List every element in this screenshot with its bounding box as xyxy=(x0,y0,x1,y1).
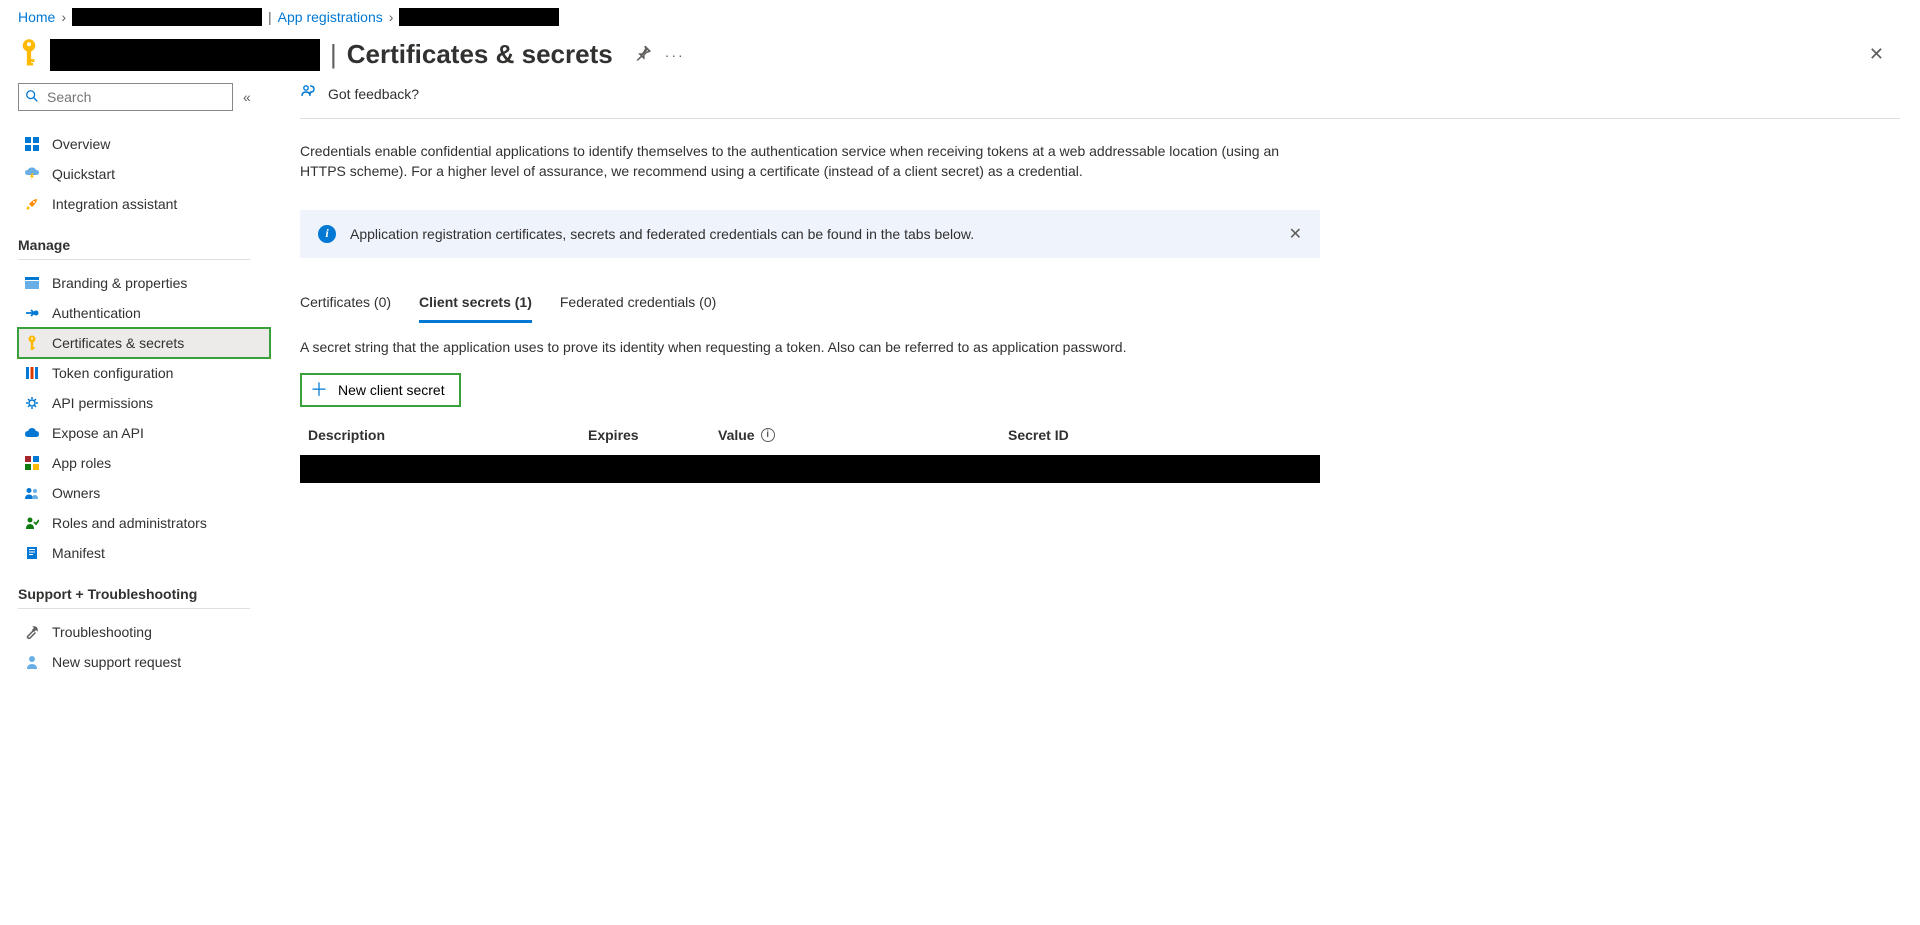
sidebar-item-label: Branding & properties xyxy=(52,275,187,291)
secrets-table: Description Expires Value i Secret ID xyxy=(300,423,1320,483)
col-description: Description xyxy=(308,427,588,443)
main-content: Got feedback? Credentials enable confide… xyxy=(270,71,1920,697)
divider xyxy=(18,259,250,260)
info-icon[interactable]: i xyxy=(761,428,775,442)
sidebar-item-label: Token configuration xyxy=(52,365,173,381)
roles-icon xyxy=(24,455,40,471)
wrench-icon xyxy=(24,624,40,640)
sidebar-item-expose-api[interactable]: Expose an API xyxy=(18,418,270,448)
plus-icon: ＋ xyxy=(310,381,328,399)
sidebar-item-app-roles[interactable]: App roles xyxy=(18,448,270,478)
chevron-right-icon: › xyxy=(61,9,66,25)
sidebar-item-label: Manifest xyxy=(52,545,105,561)
sidebar-item-label: Roles and administrators xyxy=(52,515,207,531)
sidebar-item-certificates-secrets[interactable]: Certificates & secrets xyxy=(18,328,270,358)
search-input[interactable] xyxy=(18,83,233,111)
key-icon xyxy=(18,38,40,71)
sidebar-item-overview[interactable]: Overview xyxy=(18,129,270,159)
sidebar-item-integration[interactable]: Integration assistant xyxy=(18,189,270,219)
auth-icon xyxy=(24,305,40,321)
sidebar-item-token-config[interactable]: Token configuration xyxy=(18,358,270,388)
table-row-redacted xyxy=(300,455,1320,483)
info-icon: i xyxy=(318,225,336,243)
sidebar-item-authentication[interactable]: Authentication xyxy=(18,298,270,328)
sidebar-item-troubleshooting[interactable]: Troubleshooting xyxy=(18,617,270,647)
key-icon xyxy=(24,335,40,351)
cloud-bolt-icon xyxy=(24,166,40,182)
token-icon xyxy=(24,365,40,381)
collapse-sidebar-icon[interactable]: « xyxy=(243,89,251,105)
sidebar-item-quickstart[interactable]: Quickstart xyxy=(18,159,270,189)
permissions-icon xyxy=(24,395,40,411)
sidebar-item-branding[interactable]: Branding & properties xyxy=(18,268,270,298)
tabs: Certificates (0) Client secrets (1) Fede… xyxy=(300,288,1900,323)
cloud-icon xyxy=(24,425,40,441)
tab-federated[interactable]: Federated credentials (0) xyxy=(560,288,716,323)
banner-text: Application registration certificates, s… xyxy=(350,226,974,242)
col-expires: Expires xyxy=(588,427,718,443)
sidebar-item-roles-admins[interactable]: Roles and administrators xyxy=(18,508,270,538)
section-support: Support + Troubleshooting xyxy=(18,586,270,602)
branding-icon xyxy=(24,275,40,291)
sidebar-item-label: Owners xyxy=(52,485,100,501)
breadcrumb-separator: | xyxy=(268,9,272,25)
search-icon xyxy=(25,89,39,106)
sidebar-item-label: App roles xyxy=(52,455,111,471)
page-header: | Certificates & secrets ··· ✕ xyxy=(0,34,1920,71)
support-person-icon xyxy=(24,654,40,670)
section-manage: Manage xyxy=(18,237,270,253)
header-redacted-name xyxy=(50,39,320,71)
sidebar-item-label: Authentication xyxy=(52,305,141,321)
feedback-icon xyxy=(300,83,318,104)
sidebar-search[interactable] xyxy=(18,83,233,111)
close-icon[interactable]: ✕ xyxy=(1869,44,1902,65)
sidebar-item-label: Overview xyxy=(52,136,110,152)
banner-close-icon[interactable]: ✕ xyxy=(1289,224,1302,244)
sidebar: « Overview Quickstart Integration assist… xyxy=(0,71,270,697)
sidebar-item-api-permissions[interactable]: API permissions xyxy=(18,388,270,418)
divider xyxy=(18,608,250,609)
tab-certificates[interactable]: Certificates (0) xyxy=(300,288,391,323)
sidebar-item-label: Quickstart xyxy=(52,166,115,182)
sidebar-item-label: New support request xyxy=(52,654,181,670)
people-icon xyxy=(24,485,40,501)
tab-client-secrets[interactable]: Client secrets (1) xyxy=(419,288,532,323)
page-title: Certificates & secrets xyxy=(347,39,613,70)
tab-description: A secret string that the application use… xyxy=(300,339,1900,355)
sidebar-item-support-request[interactable]: New support request xyxy=(18,647,270,677)
breadcrumb-app-registrations[interactable]: App registrations xyxy=(278,9,383,25)
col-secret-id: Secret ID xyxy=(1008,427,1312,443)
manifest-icon xyxy=(24,545,40,561)
breadcrumb-redacted-1 xyxy=(72,8,262,26)
feedback-bar[interactable]: Got feedback? xyxy=(300,83,1900,119)
sidebar-item-owners[interactable]: Owners xyxy=(18,478,270,508)
intro-text: Credentials enable confidential applicat… xyxy=(300,141,1300,182)
breadcrumb-home[interactable]: Home xyxy=(18,9,55,25)
col-value: Value i xyxy=(718,427,1008,443)
admin-icon xyxy=(24,515,40,531)
sidebar-item-label: API permissions xyxy=(52,395,153,411)
feedback-text: Got feedback? xyxy=(328,86,419,102)
breadcrumb: Home › | App registrations › xyxy=(0,0,1920,34)
info-banner: i Application registration certificates,… xyxy=(300,210,1320,258)
sidebar-item-manifest[interactable]: Manifest xyxy=(18,538,270,568)
grid-icon xyxy=(24,136,40,152)
sidebar-item-label: Certificates & secrets xyxy=(52,335,184,351)
sidebar-item-label: Expose an API xyxy=(52,425,144,441)
chevron-right-icon: › xyxy=(389,9,394,25)
new-client-secret-button[interactable]: ＋ New client secret xyxy=(300,373,461,407)
table-header: Description Expires Value i Secret ID xyxy=(300,423,1320,449)
pin-icon[interactable] xyxy=(635,45,651,64)
new-secret-label: New client secret xyxy=(338,382,445,398)
sidebar-item-label: Integration assistant xyxy=(52,196,177,212)
sidebar-item-label: Troubleshooting xyxy=(52,624,152,640)
more-icon[interactable]: ··· xyxy=(665,47,685,63)
breadcrumb-redacted-2 xyxy=(399,8,559,26)
rocket-icon xyxy=(24,196,40,212)
